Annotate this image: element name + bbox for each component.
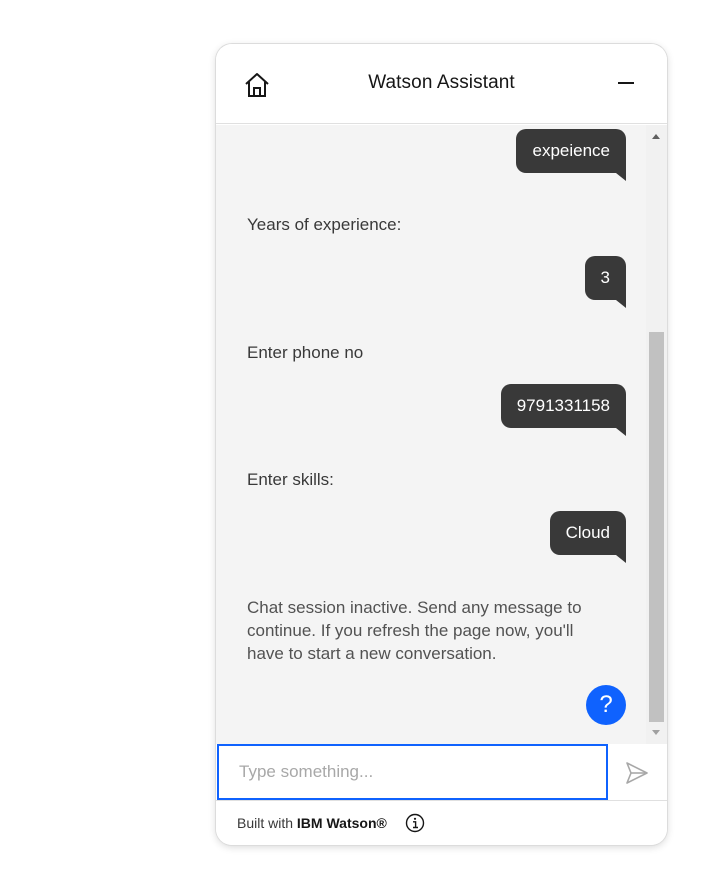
user-message: Cloud bbox=[549, 511, 627, 563]
ibm-watson-brand: IBM Watson® bbox=[296, 815, 387, 831]
scroll-up-arrow-icon[interactable] bbox=[652, 134, 660, 139]
message-list: expeience Years of experience: 3 Enter p… bbox=[216, 125, 667, 744]
user-message: expeience bbox=[516, 129, 626, 181]
footer: Built with IBM Watson® bbox=[216, 801, 667, 845]
scrollbar-thumb[interactable] bbox=[649, 332, 664, 722]
scroll-down-arrow-icon[interactable] bbox=[652, 730, 660, 735]
info-icon[interactable] bbox=[405, 813, 425, 833]
built-with-text: Built with IBM Watson® bbox=[237, 815, 387, 831]
chat-header: Watson Assistant bbox=[216, 44, 667, 124]
message-input[interactable] bbox=[239, 746, 589, 798]
minimize-button[interactable] bbox=[611, 68, 641, 98]
message-input-box bbox=[217, 744, 608, 800]
scrollbar[interactable] bbox=[646, 125, 667, 744]
bot-message: Enter skills: bbox=[247, 470, 334, 489]
input-area bbox=[216, 744, 667, 801]
send-icon[interactable] bbox=[624, 760, 650, 786]
bot-message: Enter phone no bbox=[247, 343, 364, 362]
user-message: 9791331158 bbox=[500, 384, 627, 436]
session-inactive-notice: Chat session inactive. Send any message … bbox=[247, 598, 582, 663]
chat-widget: Watson Assistant expeience Years of expe… bbox=[216, 44, 667, 845]
chat-title: Watson Assistant bbox=[368, 72, 515, 93]
built-with-prefix: Built with bbox=[237, 815, 294, 831]
help-button[interactable]: ? bbox=[586, 685, 626, 725]
bot-message: Years of experience: bbox=[247, 215, 402, 234]
user-message: 3 bbox=[584, 256, 627, 308]
minimize-icon bbox=[618, 82, 634, 84]
